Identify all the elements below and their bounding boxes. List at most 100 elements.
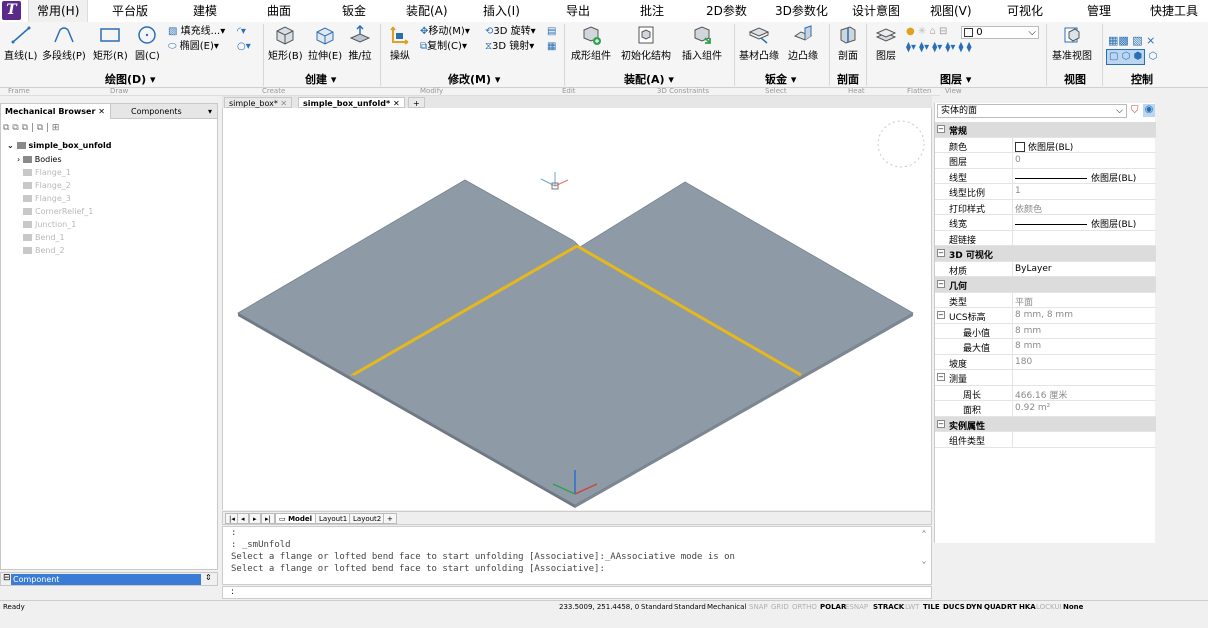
insert-component-button[interactable]: 插入组件 [682, 24, 722, 62]
menu-tab-10[interactable]: 3D参数化 [775, 0, 828, 22]
property-value[interactable]: 180 [1015, 357, 1032, 367]
status-toggle[interactable]: HKA [1019, 603, 1036, 611]
sheetmetal-group-label[interactable]: 钣金 ▾ [765, 71, 796, 87]
property-row[interactable]: 坡度 180 [935, 354, 1156, 370]
menu-tab-14[interactable]: 管理 [1087, 0, 1111, 22]
rotate3d-button[interactable]: ⟲3D 旋转▾ [485, 25, 536, 39]
collapse-icon[interactable]: − [937, 419, 945, 428]
property-row[interactable]: 组件类型 [935, 432, 1156, 448]
menu-tab-8[interactable]: 批注 [640, 0, 664, 22]
menu-tab-2[interactable]: 建模 [193, 0, 217, 22]
status-toggle[interactable]: RT [1007, 603, 1017, 611]
status-toggle[interactable]: None [1063, 603, 1083, 611]
expand-icon[interactable]: ⌄ [7, 141, 14, 150]
close-icon[interactable]: ✕ [393, 99, 400, 108]
ellipse-button[interactable]: ⬭ 椭圆(E)▾ [168, 40, 219, 54]
menu-tab-6[interactable]: 插入(I) [483, 0, 520, 22]
extrude-button[interactable]: 拉伸(E) [308, 24, 342, 62]
init-structure-button[interactable]: 初始化结构 [621, 24, 671, 62]
property-row[interactable]: 最小值 8 mm [935, 323, 1156, 339]
command-input[interactable]: : [222, 586, 932, 599]
tree-item[interactable]: Bend_2 [23, 245, 65, 257]
control-icons-row2[interactable]: ▢ ⬡ ⬢ ⬡ [1106, 49, 1157, 65]
tab-layout2[interactable]: Layout2 [349, 513, 386, 524]
assembly-group-label[interactable]: 装配(A) ▾ [624, 71, 674, 87]
close-icon[interactable]: ✕ [280, 99, 287, 108]
property-category[interactable]: − 常规 [935, 122, 1156, 138]
menu-tab-1[interactable]: 平台版 [112, 0, 148, 22]
tree-item[interactable]: Bend_1 [23, 232, 65, 244]
browser-toolbar[interactable]: ⧉ ⧉ ⧉ | ⧉ | ⊞ [3, 122, 59, 134]
tab-layout1[interactable]: Layout1 [315, 513, 352, 524]
app-logo-icon[interactable]: T [2, 1, 21, 20]
selection-dropdown[interactable]: 实体的面 ⌵ [937, 104, 1127, 118]
doc-tab-simple-box[interactable]: simple_box* ✕ [224, 97, 293, 108]
menu-tab-13[interactable]: 可视化 [1007, 0, 1043, 22]
tree-item[interactable]: CornerRelief_1 [23, 206, 93, 218]
quick-select-icon[interactable]: ⛉ [1131, 105, 1139, 116]
model-viewport[interactable] [222, 108, 932, 510]
property-value[interactable]: 平面 [1015, 295, 1033, 308]
property-value[interactable]: ByLayer [1015, 264, 1052, 274]
view-group-label[interactable]: 视图 [1064, 71, 1086, 87]
property-value[interactable]: 依图层(BL) [1015, 217, 1136, 230]
menu-tab-3[interactable]: 曲面 [267, 0, 291, 22]
menu-tab-11[interactable]: 设计意图 [852, 0, 900, 22]
status-toggle[interactable]: QUAD [984, 603, 1007, 611]
property-category[interactable]: −3D 可视化 [935, 246, 1156, 262]
section-button[interactable]: 剖面 [836, 24, 860, 62]
layer-dropdown[interactable]: 0 ⌵ [961, 26, 1039, 39]
property-row[interactable]: 线宽 依图层(BL) [935, 215, 1156, 231]
modify-group-label[interactable]: 修改(M) ▾ [448, 71, 500, 87]
tab-components[interactable]: Components [127, 104, 186, 119]
property-row[interactable]: − 测量 [935, 370, 1156, 386]
layers-group-label[interactable]: 图层 ▾ [940, 71, 971, 87]
layers-button[interactable]: 图层 [874, 24, 898, 62]
edge-flange-button[interactable]: 边凸缘 [788, 24, 818, 62]
property-value[interactable]: 8 mm [1015, 341, 1041, 351]
property-value[interactable]: 8 mm, 8 mm [1015, 310, 1073, 320]
menu-tab-5[interactable]: 装配(A) [406, 0, 448, 22]
tab-model[interactable]: ▭ Model [275, 513, 316, 524]
property-value[interactable]: 依图层(BL) [1015, 171, 1136, 184]
doc-tab-simple-box-unfold[interactable]: simple_box_unfold* ✕ [298, 97, 405, 108]
property-category[interactable]: − 几何 [935, 277, 1156, 293]
base-flange-button[interactable]: 基材凸缘 [739, 24, 779, 62]
status-toggle[interactable]: DUCS [943, 603, 965, 611]
status-toggle[interactable]: LWT [905, 603, 919, 611]
hatch-button[interactable]: ▧ 填充线...▾ [168, 25, 225, 39]
property-value[interactable]: 0 [1015, 155, 1021, 165]
tree-root[interactable]: ⌄ simple_box_unfold [7, 140, 111, 152]
tab-mechanical-browser[interactable]: Mechanical Browser ✕ [1, 104, 111, 119]
status-toggle[interactable]: Standard [641, 603, 673, 611]
property-row[interactable]: 超链接 [935, 230, 1156, 246]
spinner-icon[interactable]: ⇕ [205, 573, 212, 582]
property-row[interactable]: 打印样式 依颜色 [935, 199, 1156, 215]
array-button[interactable]: ▦ [547, 40, 556, 54]
status-toggle[interactable]: ESNAP [845, 603, 868, 611]
control-icons-row1[interactable]: ▦▩ ▧ ⨯ [1108, 34, 1155, 48]
section-group-label[interactable]: 剖面 [837, 71, 859, 87]
property-value[interactable]: 0.92 m² [1015, 403, 1050, 413]
circle-button[interactable]: 圆(C) [135, 24, 160, 62]
layer-tools[interactable]: ⧫▾ ⧫▾ ⧫▾ ⧫▾ ⧫ ⧫ [906, 41, 972, 55]
menu-tab-12[interactable]: 视图(V) [930, 0, 972, 22]
toggle-pickadd-icon[interactable]: ◉ [1143, 104, 1155, 117]
layer-state-icons[interactable]: ● ✳ ⌂ ⊟ [906, 25, 947, 39]
status-toggle[interactable]: Standard [674, 603, 706, 611]
status-toggle[interactable]: SNAP [749, 603, 768, 611]
menu-tab-4[interactable]: 钣金 [342, 0, 366, 22]
status-toggle[interactable]: TILE [923, 603, 940, 611]
property-row[interactable]: 最大值 8 mm [935, 339, 1156, 355]
next-layout-button[interactable]: ▸ [249, 513, 261, 524]
collapse-icon[interactable]: − [937, 280, 945, 288]
property-value[interactable]: 8 mm [1015, 326, 1041, 336]
control-group-label[interactable]: 控制 [1131, 71, 1153, 87]
property-row[interactable]: 材质 ByLayer [935, 261, 1156, 277]
move-button[interactable]: ✥移动(M)▾ [420, 25, 470, 39]
status-toggle[interactable]: POLAR [820, 603, 846, 611]
menu-tab-0[interactable]: 常用(H) [28, 0, 89, 22]
collapse-icon[interactable]: − [937, 125, 945, 133]
copy-button[interactable]: ⧉复制(C)▾ [420, 40, 467, 54]
menu-tab-15[interactable]: 快捷工具 [1150, 0, 1198, 22]
